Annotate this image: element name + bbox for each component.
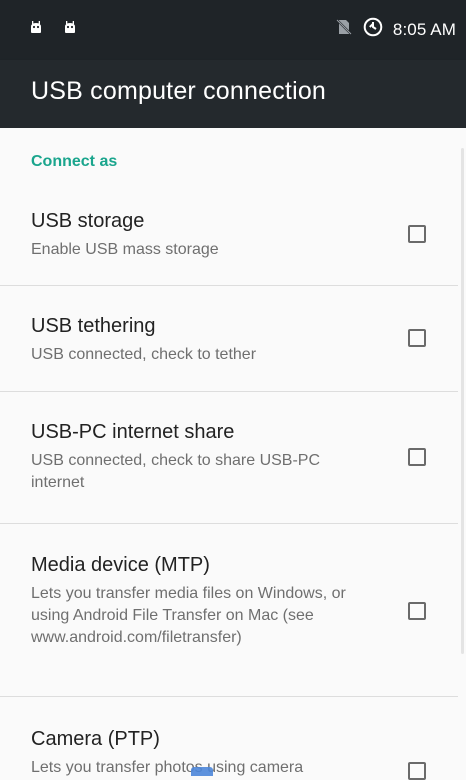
preference-title: USB-PC internet share [31,421,235,443]
preference-title: Camera (PTP) [31,728,160,750]
touch-indicator [191,767,213,776]
preference-summary: Enable USB mass storage [31,241,219,258]
camera-ptp-checkbox[interactable] [408,762,426,780]
status-time: 8:05 AM [392,19,456,39]
preference-summary: Lets you transfer media files on Windows… [31,585,346,646]
preference-title: USB tethering [31,315,156,337]
notification-icons [28,20,78,36]
preference-usb-tethering[interactable]: USB tethering USB connected, check to te… [0,286,458,392]
preference-usb-storage[interactable]: USB storage Enable USB mass storage [0,191,458,286]
no-sim-icon [335,18,353,41]
preference-title: Media device (MTP) [31,554,210,576]
status-bar: 8:05 AM [0,0,466,60]
system-status: 8:05 AM [335,17,456,42]
android-icon [28,20,44,36]
preference-camera-ptp[interactable]: Camera (PTP) Lets you transfer photos us… [0,697,458,780]
preference-summary: USB connected, check to share USB-PC int… [31,452,321,491]
android-icon [62,20,78,36]
media-device-mtp-checkbox[interactable] [408,602,426,620]
scroll-indicator[interactable] [461,148,464,654]
app-toolbar: USB computer connection [0,60,466,128]
usb-storage-checkbox[interactable] [408,225,426,243]
section-header-connect-as: Connect as [31,153,118,170]
preference-media-device-mtp[interactable]: Media device (MTP) Lets you transfer med… [0,524,458,697]
page-title: USB computer connection [31,77,327,105]
preference-title: USB storage [31,210,145,232]
preference-summary: USB connected, check to tether [31,346,257,363]
usb-tethering-checkbox[interactable] [408,329,426,347]
preferences-list[interactable]: Connect as USB storage Enable USB mass s… [0,128,466,780]
preference-usb-pc-internet-share[interactable]: USB-PC internet share USB connected, che… [0,392,458,524]
usb-pc-internet-share-checkbox[interactable] [408,448,426,466]
data-saver-icon [363,17,383,42]
